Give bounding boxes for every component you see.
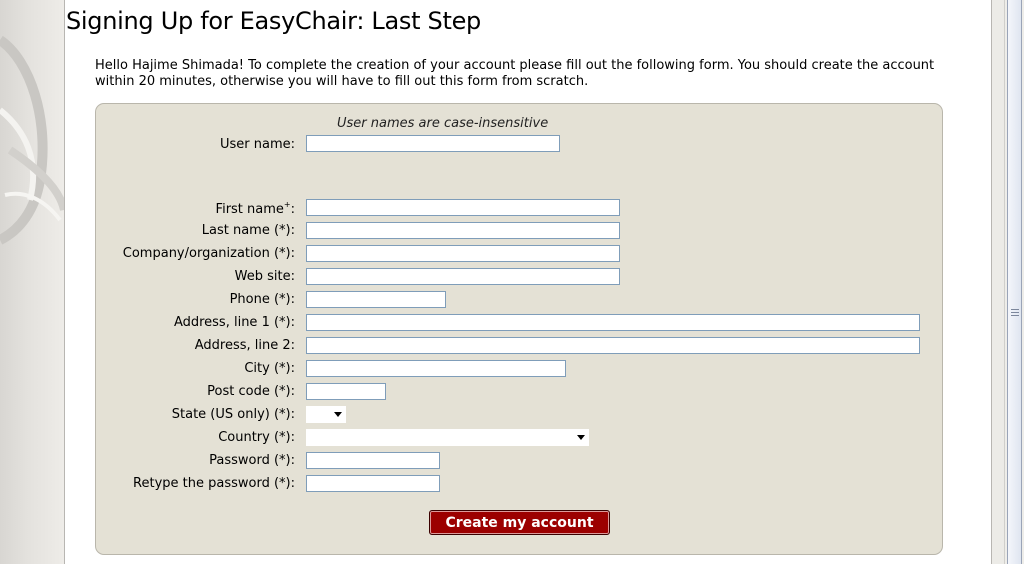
main-content: Signing Up for EasyChair: Last Step Hell… <box>65 0 991 564</box>
password-label: Password (*): <box>209 453 295 468</box>
website-label: Web site: <box>234 269 295 284</box>
phone-input[interactable] <box>306 291 446 308</box>
first-name-marker: + <box>283 200 291 209</box>
first-name-label-text: First name <box>215 202 284 217</box>
city-input[interactable] <box>306 360 566 377</box>
country-label: Country (*): <box>218 430 295 445</box>
username-label: User name: <box>219 137 295 152</box>
chevron-down-icon <box>334 412 342 417</box>
last-name-label: Last name (*): <box>201 223 295 238</box>
create-account-button[interactable]: Create my account <box>429 510 610 535</box>
company-input[interactable] <box>306 245 620 262</box>
signup-form: User names are case-insensitive User nam… <box>95 103 943 555</box>
scrollbar-thumb[interactable] <box>1007 0 1022 564</box>
postcode-input[interactable] <box>306 383 386 400</box>
username-hint: User names are case-insensitive <box>337 116 549 131</box>
chair-decoration <box>0 35 64 245</box>
address2-input[interactable] <box>306 337 920 354</box>
right-gutter <box>992 0 1004 564</box>
company-label: Company/organization (*): <box>122 246 295 261</box>
postcode-label: Post code (*): <box>207 384 295 399</box>
address1-label: Address, line 1 (*): <box>173 315 295 330</box>
state-label: State (US only) (*): <box>171 407 295 422</box>
scroll-grip-icon <box>1011 309 1019 318</box>
page-title: Signing Up for EasyChair: Last Step <box>66 7 481 35</box>
first-name-label-suffix: : <box>290 202 295 217</box>
first-name-label: First name+: <box>215 200 295 217</box>
left-decorative-sidebar <box>0 0 64 564</box>
website-input[interactable] <box>306 268 620 285</box>
state-select[interactable] <box>306 406 346 423</box>
address1-input[interactable] <box>306 314 920 331</box>
last-name-input[interactable] <box>306 222 620 239</box>
chevron-down-icon <box>577 435 585 440</box>
address2-label: Address, line 2: <box>194 338 295 353</box>
city-label: City (*): <box>244 361 295 376</box>
vertical-scrollbar[interactable] <box>1004 0 1024 564</box>
password-confirm-label: Retype the password (*): <box>133 476 295 491</box>
first-name-input[interactable] <box>306 199 620 216</box>
intro-text: Hello Hajime Shimada! To complete the cr… <box>95 58 935 89</box>
username-input[interactable] <box>306 135 560 152</box>
password-confirm-input[interactable] <box>306 475 440 492</box>
country-select[interactable] <box>306 429 589 446</box>
password-input[interactable] <box>306 452 440 469</box>
phone-label: Phone (*): <box>229 292 295 307</box>
